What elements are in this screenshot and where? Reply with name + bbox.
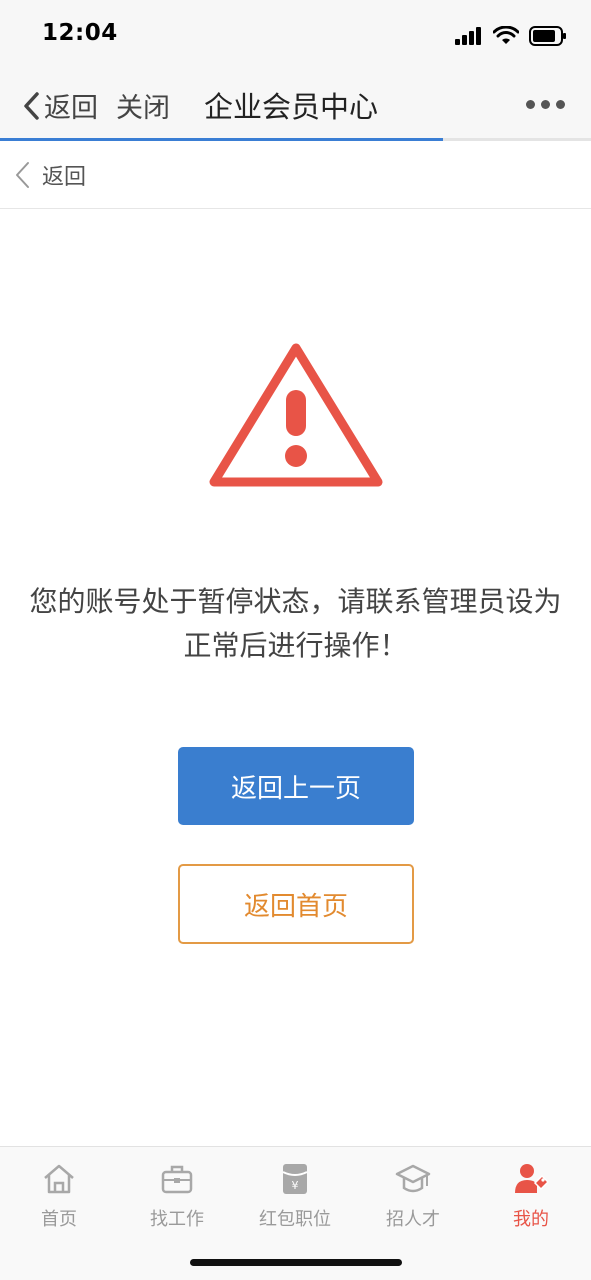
status-time: 12:04 bbox=[42, 20, 118, 46]
home-indicator bbox=[190, 1259, 402, 1266]
message-line-2: 正常后进行操作！ bbox=[183, 629, 408, 662]
message-line-1: 您的账号处于暂停状态，请联系管理员设为 bbox=[29, 585, 562, 618]
tab-recruit[interactable]: 招人才 bbox=[354, 1161, 472, 1231]
home-icon bbox=[44, 1164, 74, 1194]
user-tag-icon bbox=[515, 1164, 549, 1193]
suspension-message: 您的账号处于暂停状态，请联系管理员设为 正常后进行操作！ bbox=[0, 580, 591, 668]
battery-icon bbox=[529, 26, 566, 46]
tab-label: 红包职位 bbox=[259, 1209, 331, 1230]
nav-back-button[interactable]: 返回 bbox=[22, 86, 98, 125]
red-envelope-icon: ¥ bbox=[282, 1164, 308, 1194]
tab-find-job[interactable]: 找工作 bbox=[118, 1161, 236, 1231]
nav-title: 企业会员中心 bbox=[204, 90, 379, 124]
more-icon[interactable] bbox=[526, 100, 565, 109]
chevron-left-icon bbox=[24, 91, 39, 120]
chevron-left-icon bbox=[16, 162, 29, 188]
tab-red-envelope-jobs[interactable]: ¥ 红包职位 bbox=[236, 1161, 354, 1231]
back-home-button[interactable]: 返回首页 bbox=[178, 864, 414, 944]
screen: 12:04 返回 关闭 企业会员中心 返回 您的账号处于暂停状态，请联系管理员设… bbox=[0, 0, 591, 1280]
svg-text:¥: ¥ bbox=[292, 1179, 299, 1192]
signal-icon bbox=[455, 27, 481, 45]
tab-label: 招人才 bbox=[386, 1209, 440, 1230]
tab-label: 我的 bbox=[513, 1209, 549, 1230]
tab-home[interactable]: 首页 bbox=[0, 1161, 118, 1231]
status-icons bbox=[455, 24, 567, 48]
page-back-label: 返回 bbox=[42, 165, 87, 190]
briefcase-icon bbox=[161, 1165, 193, 1194]
back-previous-page-button[interactable]: 返回上一页 bbox=[178, 747, 414, 825]
status-bar: 12:04 bbox=[0, 0, 591, 68]
tab-mine[interactable]: 我的 bbox=[472, 1161, 590, 1231]
nav-back-label: 返回 bbox=[44, 93, 98, 124]
page-header: 返回 bbox=[0, 141, 591, 209]
wifi-icon bbox=[493, 26, 519, 44]
graduation-cap-icon bbox=[395, 1164, 431, 1193]
tab-label: 找工作 bbox=[150, 1209, 204, 1230]
nav-close-button[interactable]: 关闭 bbox=[116, 86, 170, 125]
tab-label: 首页 bbox=[41, 1209, 77, 1230]
nav-bar: 返回 关闭 企业会员中心 bbox=[0, 68, 591, 138]
warning-triangle-icon bbox=[209, 343, 383, 487]
page-back-button[interactable]: 返回 bbox=[14, 159, 86, 191]
